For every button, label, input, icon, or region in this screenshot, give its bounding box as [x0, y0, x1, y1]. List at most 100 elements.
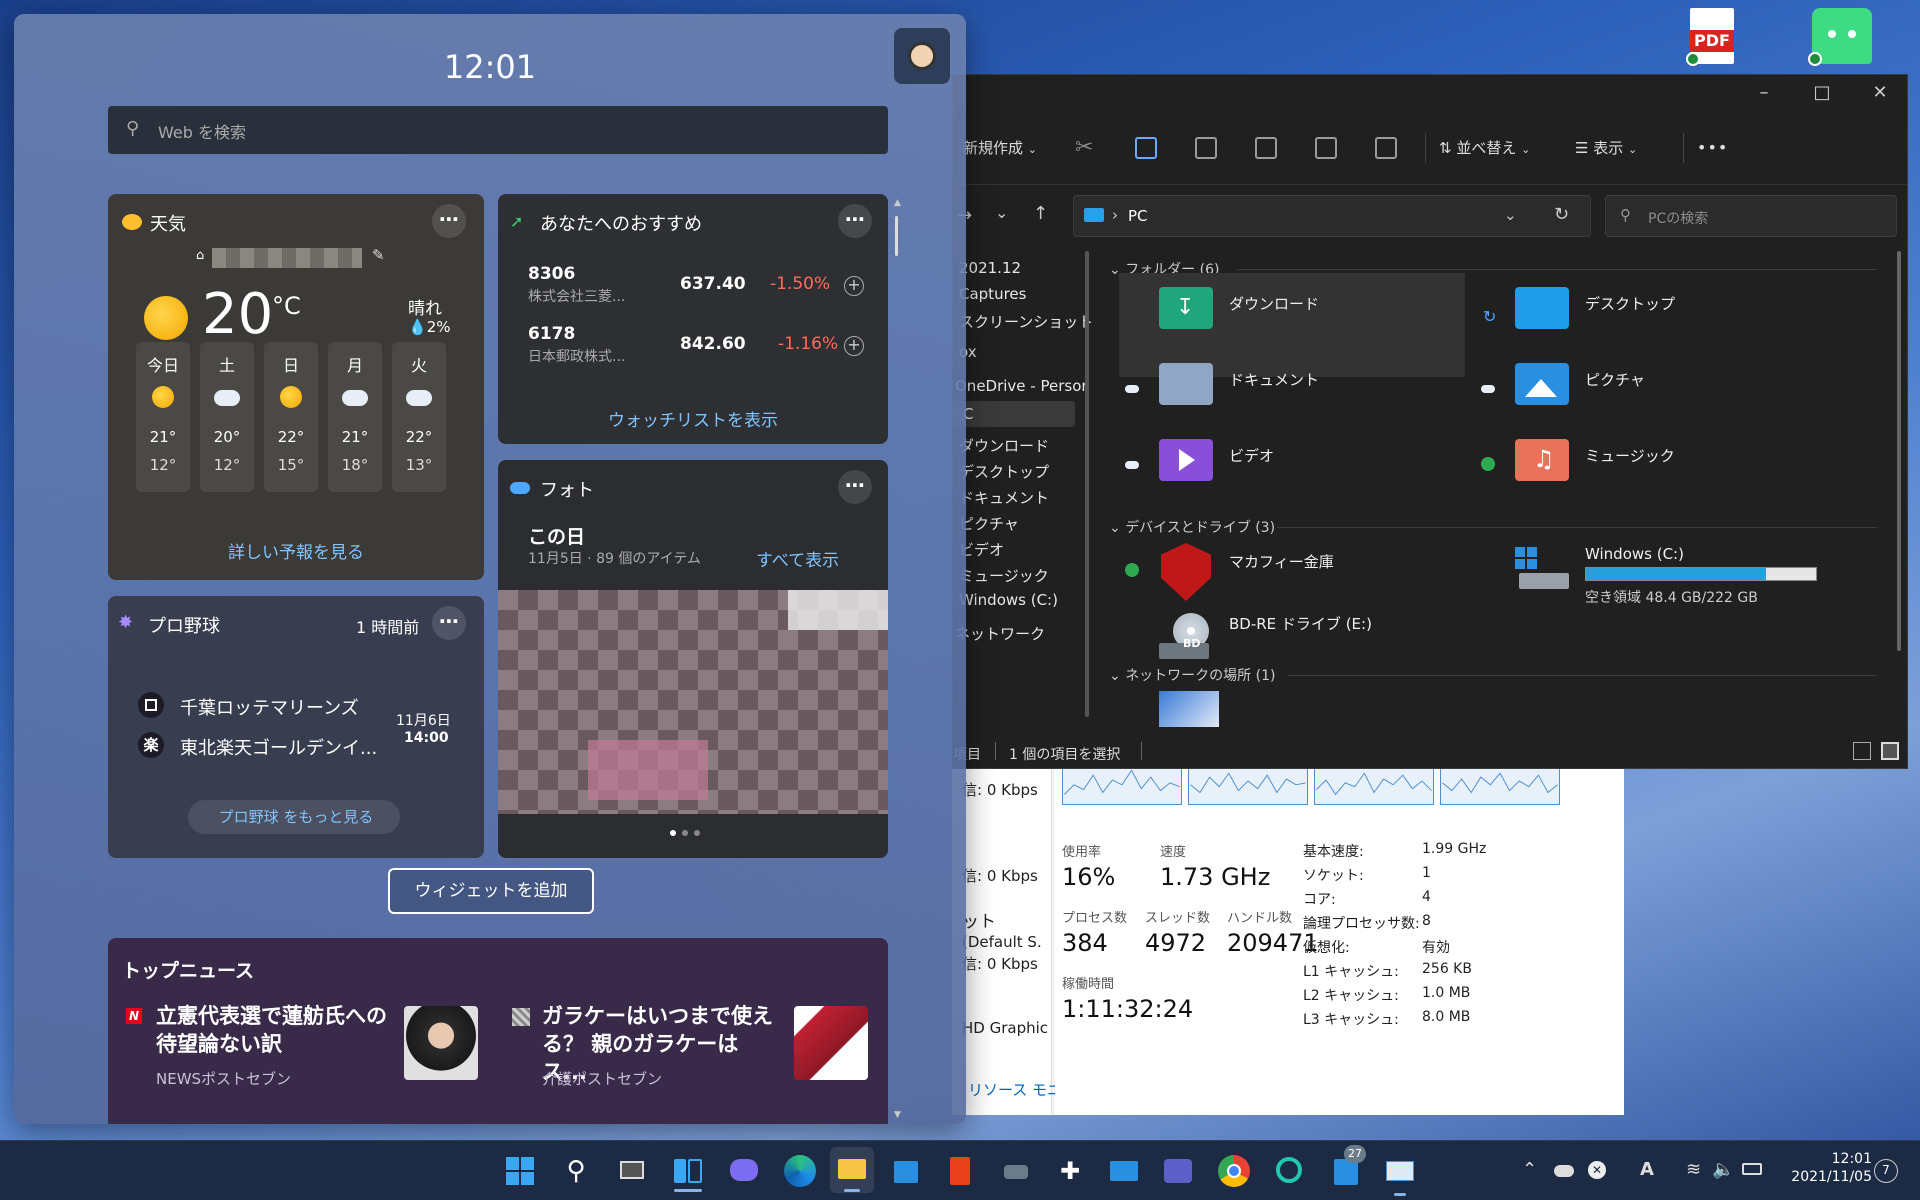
notification-center-icon[interactable]: 7: [1874, 1159, 1898, 1183]
slack-icon[interactable]: ✚: [1050, 1151, 1090, 1191]
folder-label[interactable]: ピクチャ: [1585, 369, 1645, 390]
taskbar-clock[interactable]: 12:01 2021/11/05: [1774, 1151, 1872, 1185]
photo-thumbnail-pixelated[interactable]: [498, 590, 888, 814]
forecast-day[interactable]: 火 22° 13°: [392, 342, 446, 492]
bd-drive-label[interactable]: BD-RE ドライブ (E:): [1229, 613, 1372, 634]
nav-item[interactable]: ドキュメント: [959, 487, 1049, 508]
new-button[interactable]: 新規作成 ⌄: [963, 127, 1037, 169]
nav-scrollbar[interactable]: [1085, 251, 1089, 717]
resource-monitor-icon[interactable]: [1380, 1151, 1420, 1196]
photos-show-all-link[interactable]: すべて表示: [756, 546, 839, 571]
more-options-button[interactable]: •••: [1697, 127, 1728, 169]
carousel-dot[interactable]: [694, 830, 700, 836]
tm-left-label[interactable]: HD Graphic: [962, 1019, 1048, 1037]
content-scrollbar[interactable]: [1897, 251, 1901, 651]
office-icon[interactable]: [940, 1151, 980, 1191]
nav-item[interactable]: ダウンロード: [959, 435, 1049, 456]
tm-left-label[interactable]: 信: 0 Kbps: [962, 865, 1038, 886]
font-tray-icon[interactable]: A: [1640, 1159, 1654, 1180]
up-arrow-icon[interactable]: ↑: [1033, 203, 1048, 224]
detailed-forecast-link[interactable]: 詳しい予報を見る: [108, 538, 484, 563]
chat-icon[interactable]: [724, 1151, 764, 1191]
close-button[interactable]: ✕: [1851, 75, 1909, 111]
cut-icon[interactable]: ✂: [1075, 137, 1097, 159]
task-view-icon[interactable]: [612, 1151, 652, 1191]
details-view-icon[interactable]: [1853, 742, 1871, 760]
more-baseball-link[interactable]: プロ野球 をもっと見る: [108, 806, 484, 827]
forecast-day[interactable]: 月 21° 18°: [328, 342, 382, 492]
maximize-button[interactable]: □: [1793, 75, 1851, 111]
nav-item[interactable]: ネットワーク: [955, 623, 1045, 644]
nav-item-onedrive[interactable]: OneDrive - Persor: [955, 377, 1088, 395]
web-search-input[interactable]: ⚲ Web を検索: [108, 106, 888, 154]
carousel-dot[interactable]: [682, 830, 688, 836]
news-headline[interactable]: 立憲代表選で蓮舫氏への待望論ない訳: [156, 1002, 388, 1058]
breadcrumb-pc[interactable]: PC: [1128, 207, 1148, 225]
user-avatar[interactable]: [894, 28, 950, 84]
add-widget-button[interactable]: ウィジェットを追加: [388, 868, 594, 914]
widgets-icon[interactable]: [668, 1151, 708, 1192]
section-header-devices[interactable]: ⌄ デバイスとドライブ (3): [1109, 517, 1275, 537]
weather-card[interactable]: 天気 ⋯ ⌂ ✎ 20 °C 晴れ 💧2% 今日 21° 12° 土 20° 12° 日…: [108, 194, 484, 580]
news-thumbnail-image[interactable]: [794, 1006, 868, 1080]
nav-item[interactable]: デスクトップ: [959, 461, 1049, 482]
forecast-day[interactable]: 日 22° 15°: [264, 342, 318, 492]
watchlist-link[interactable]: ウォッチリストを表示: [498, 406, 888, 431]
rename-icon[interactable]: [1255, 137, 1277, 159]
photos-card[interactable]: フォト ⋯ この日 11月5日 · 89 個のアイテム すべて表示: [498, 460, 888, 858]
refresh-icon[interactable]: ↻: [1554, 204, 1569, 225]
folder-label[interactable]: ミュージック: [1585, 445, 1675, 466]
edit-location-icon[interactable]: ✎: [372, 246, 385, 264]
forecast-day[interactable]: 土 20° 12°: [200, 342, 254, 492]
sort-button[interactable]: ⇅ 並べ替え ⌄: [1439, 127, 1530, 169]
file-explorer-icon[interactable]: [830, 1147, 874, 1193]
store-icon[interactable]: [886, 1151, 926, 1191]
share-icon[interactable]: [1315, 137, 1337, 159]
search-icon[interactable]: ⚲: [556, 1151, 596, 1191]
nav-item[interactable]: スクリーンショット: [959, 311, 1093, 332]
notes-app-icon[interactable]: 27: [1326, 1145, 1366, 1191]
close-circle-tray-icon[interactable]: ✕: [1588, 1161, 1606, 1179]
carousel-dot-active[interactable]: [670, 830, 676, 836]
tm-left-label[interactable]: ット: [962, 907, 996, 932]
photos-more-button[interactable]: ⋯: [838, 470, 872, 504]
nav-item[interactable]: ピクチャ: [959, 513, 1019, 534]
add-to-watchlist-icon[interactable]: +: [844, 276, 864, 296]
widgets-scrollbar[interactable]: ▲ ▼: [888, 194, 904, 1124]
mcafee-vault-label[interactable]: マカフィー金庫: [1229, 551, 1334, 572]
baseball-card[interactable]: ✸ プロ野球 1 時間前 ⋯ 千葉ロッテマリーンズ 楽 東北楽天ゴールデンイ..…: [108, 596, 484, 858]
show-hidden-icons-chevron-icon[interactable]: ⌃: [1522, 1159, 1537, 1180]
forecast-day[interactable]: 今日 21° 12°: [136, 342, 190, 492]
paste-icon[interactable]: [1195, 137, 1217, 159]
recent-chevron-icon[interactable]: ⌄: [995, 203, 1008, 222]
news-thumbnail-image[interactable]: [404, 1006, 478, 1080]
tm-left-label[interactable]: 信: 0 Kbps: [962, 779, 1038, 800]
battery-icon[interactable]: [1742, 1163, 1762, 1175]
tm-left-label[interactable]: (Default S.: [962, 933, 1042, 951]
wifi-icon[interactable]: ≋: [1686, 1159, 1701, 1180]
search-input[interactable]: ⚲ PCの検索: [1605, 195, 1897, 237]
stocks-more-button[interactable]: ⋯: [838, 204, 872, 238]
start-button[interactable]: [500, 1151, 540, 1191]
folder-label[interactable]: ビデオ: [1229, 445, 1274, 466]
add-to-watchlist-icon[interactable]: +: [844, 336, 864, 356]
section-header-network[interactable]: ⌄ ネットワークの場所 (1): [1109, 665, 1275, 685]
weather-more-button[interactable]: ⋯: [432, 204, 466, 238]
edge-icon[interactable]: [780, 1151, 820, 1191]
pdf-desktop-icon[interactable]: PDF: [1686, 8, 1734, 66]
android-desktop-icon[interactable]: [1808, 8, 1872, 66]
copy-icon[interactable]: [1135, 137, 1157, 159]
address-bar[interactable]: › PC ⌄ ↻: [1073, 195, 1591, 237]
mail-icon[interactable]: [1104, 1151, 1144, 1191]
stocks-card[interactable]: ➚ あなたへのおすすめ ⋯ 8306 株式会社三菱... 637.40 -1.5…: [498, 194, 888, 444]
delete-icon[interactable]: [1375, 137, 1397, 159]
volume-icon[interactable]: 🔈: [1712, 1159, 1734, 1180]
chrome-icon[interactable]: [1214, 1151, 1254, 1191]
nav-item[interactable]: 2021.12: [959, 259, 1021, 277]
onedrive-tray-icon[interactable]: [1554, 1165, 1574, 1177]
app-icon[interactable]: [996, 1151, 1036, 1191]
folder-label[interactable]: デスクトップ: [1585, 293, 1675, 314]
folder-label[interactable]: ドキュメント: [1229, 369, 1319, 390]
view-button[interactable]: ☰ 表示 ⌄: [1575, 127, 1637, 169]
folder-label[interactable]: ダウンロード: [1229, 293, 1319, 314]
